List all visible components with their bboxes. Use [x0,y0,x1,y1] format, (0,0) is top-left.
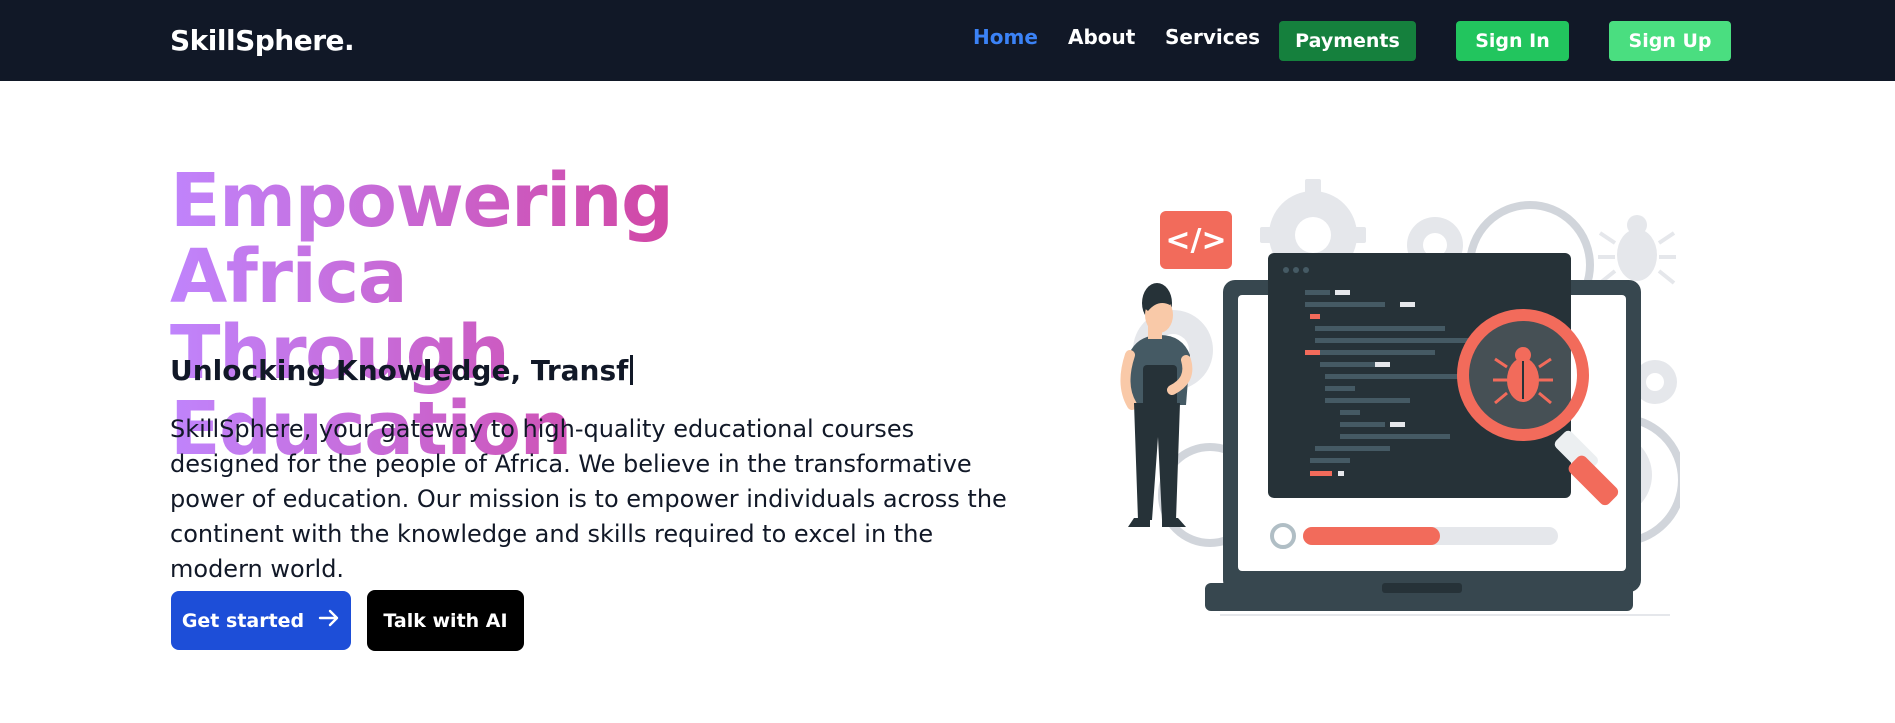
nav-link-home[interactable]: Home [973,25,1038,49]
get-started-button[interactable]: Get started [171,591,351,650]
hero-title-line-1: Empowering Africa [170,158,673,320]
navbar: SkillSphere. Home About Services Payment… [0,0,1895,81]
nav-link-about[interactable]: About [1068,25,1135,49]
talk-with-ai-button[interactable]: Talk with AI [367,590,524,651]
typewriter-text: Unlocking Knowledge, Transf [170,354,629,387]
hero-description: SkillSphere, your gateway to high-qualit… [170,415,1007,583]
hero-illustration: </> [1100,175,1686,645]
sign-up-button[interactable]: Sign Up [1609,21,1731,61]
sign-in-button[interactable]: Sign In [1456,21,1569,61]
nav-link-services[interactable]: Services [1165,25,1260,49]
get-started-label: Get started [181,609,305,632]
code-tag-icon: </> [1160,211,1232,269]
laptop-icon [1205,253,1641,611]
typewriter-subtitle: Unlocking Knowledge, Transf [170,354,634,387]
brand-logo[interactable]: SkillSphere. [170,24,355,57]
payments-button[interactable]: Payments [1279,21,1416,61]
bug-icon [1598,215,1676,285]
typewriter-cursor [630,355,634,385]
arrow-right-icon [318,608,340,633]
svg-text:</>: </> [1165,223,1226,258]
